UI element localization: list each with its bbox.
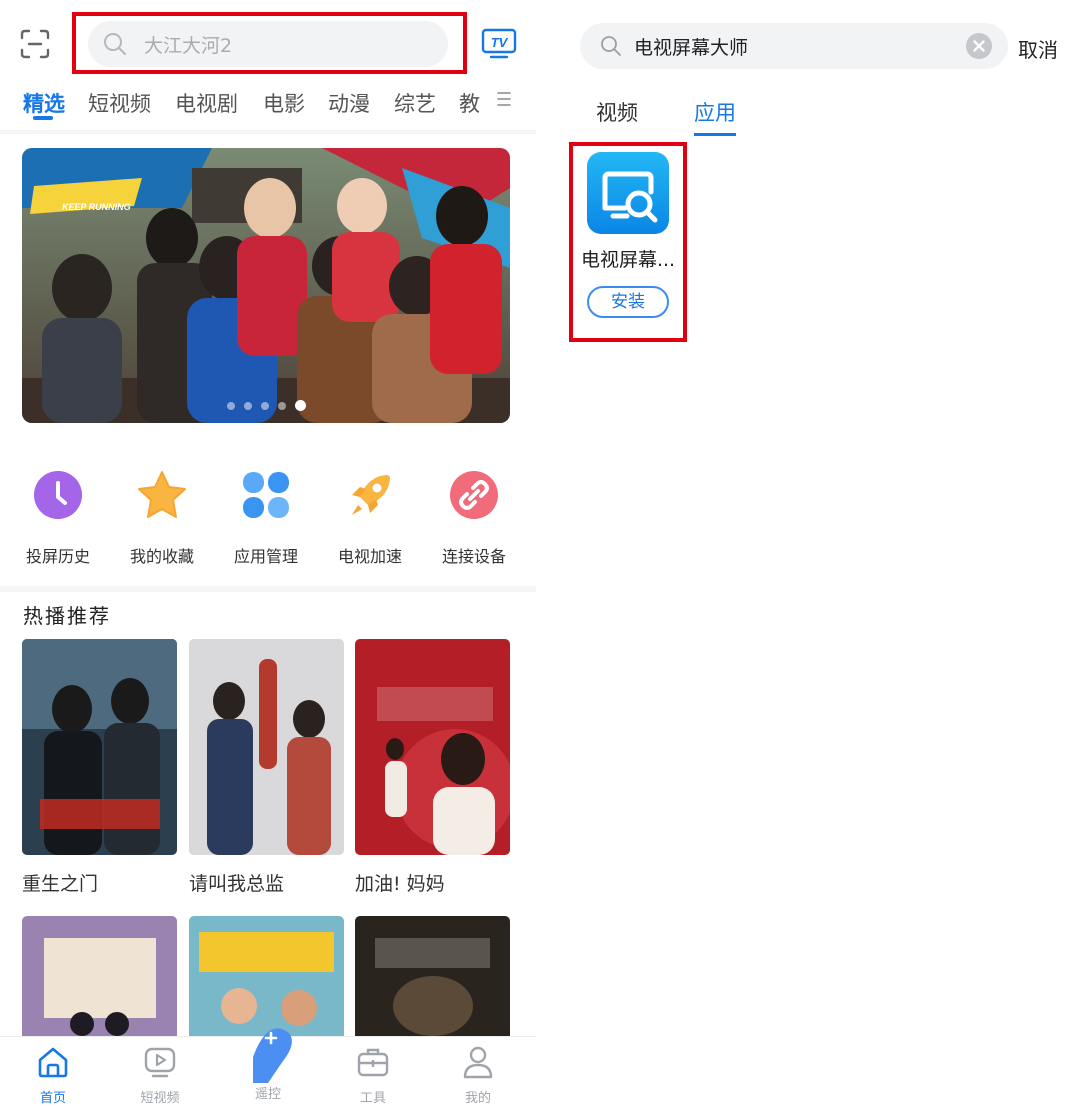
tab-short-video[interactable]: 短视频	[88, 88, 151, 118]
quick-actions: 投屏历史 我的收藏 应用管理 电视加速 连接设备	[0, 460, 536, 580]
menu-icon[interactable]	[497, 90, 511, 108]
quick-action-history[interactable]: 投屏历史	[6, 460, 110, 567]
banner-image: KEEP RUNNING	[22, 148, 510, 423]
nav-tools[interactable]: 工具	[333, 1037, 413, 1106]
nav-label: 遥控	[254, 1087, 281, 1102]
nav-label: 短视频	[140, 1091, 180, 1106]
highlight-box-app	[569, 142, 687, 342]
poster-image	[189, 639, 344, 855]
tv-icon[interactable]: TV	[481, 28, 517, 60]
banner-pagination	[22, 400, 510, 411]
search-results-screen: 电视屏幕大师 取消 视频 应用 电视屏幕... 安装	[536, 0, 1080, 1112]
tab-tv-series[interactable]: 电视剧	[175, 88, 238, 118]
toolbox-icon	[357, 1048, 389, 1077]
nav-remote[interactable]: 遥控	[228, 1028, 308, 1102]
tab-variety[interactable]: 综艺	[394, 88, 436, 118]
svg-text:KEEP RUNNING: KEEP RUNNING	[62, 202, 131, 212]
active-tab-indicator	[33, 116, 53, 120]
apps-grid-icon	[243, 472, 289, 518]
video-card[interactable]: 加油! 妈妈	[355, 639, 510, 896]
svg-text:TV: TV	[491, 35, 509, 50]
nav-profile[interactable]: 我的	[438, 1037, 518, 1106]
highlight-box-search	[72, 12, 467, 74]
quick-action-label: 投屏历史	[25, 547, 90, 566]
tab-education[interactable]: 教	[459, 88, 480, 118]
link-icon	[450, 471, 498, 519]
user-icon	[463, 1046, 493, 1079]
category-tabs: 精选 短视频 电视剧 电影 动漫 综艺 教	[0, 84, 536, 130]
screenshot-root: 大江大河2 TV 精选 短视频 电视剧 电影 动漫 综艺 教 KEEP RUNN…	[0, 0, 1080, 1112]
quick-action-connect-device[interactable]: 连接设备	[422, 460, 526, 567]
tab-featured[interactable]: 精选	[23, 88, 65, 118]
poster-image	[22, 639, 177, 855]
card-title: 请叫我总监	[189, 873, 285, 895]
nav-label: 工具	[359, 1091, 386, 1106]
home-icon	[38, 1047, 68, 1078]
pagination-dot[interactable]	[243, 401, 252, 410]
nav-home[interactable]: 首页	[13, 1037, 93, 1106]
section-divider	[0, 586, 536, 592]
tab-videos[interactable]: 视频	[596, 97, 638, 127]
quick-action-label: 我的收藏	[129, 547, 194, 566]
nav-short-video[interactable]: 短视频	[120, 1037, 200, 1106]
hero-banner[interactable]: KEEP RUNNING	[22, 148, 510, 423]
video-card[interactable]: 请叫我总监	[189, 639, 344, 896]
clock-icon	[34, 471, 82, 519]
section-title: 热播推荐	[23, 604, 111, 628]
card-title: 加油! 妈妈	[355, 873, 445, 895]
pagination-dot-active[interactable]	[294, 400, 306, 411]
pagination-dot[interactable]	[260, 401, 269, 410]
rocket-icon	[352, 475, 390, 515]
clear-icon[interactable]	[966, 33, 992, 59]
poster-image[interactable]	[355, 916, 510, 1041]
tab-apps[interactable]: 应用	[694, 97, 736, 127]
nav-label: 我的	[464, 1091, 491, 1106]
tab-movie[interactable]: 电影	[263, 88, 305, 118]
cancel-button[interactable]: 取消	[1018, 34, 1058, 63]
scan-icon[interactable]	[18, 27, 52, 61]
top-bar: 大江大河2 TV	[0, 0, 536, 88]
active-tab-indicator	[694, 133, 736, 136]
quick-action-label: 应用管理	[233, 547, 298, 566]
quick-action-tv-boost[interactable]: 电视加速	[318, 460, 422, 567]
video-card[interactable]: 重生之门	[22, 639, 177, 896]
pagination-dot[interactable]	[277, 401, 286, 410]
poster-image	[355, 639, 510, 855]
quick-action-app-management[interactable]: 应用管理	[214, 460, 318, 567]
quick-action-label: 连接设备	[441, 547, 506, 566]
search-input[interactable]: 电视屏幕大师	[580, 23, 1008, 69]
home-screen: 大江大河2 TV 精选 短视频 电视剧 电影 动漫 综艺 教 KEEP RUNN…	[0, 0, 536, 1112]
bottom-nav: 首页 短视频 遥控 工具 我的	[0, 1028, 536, 1112]
pagination-dot[interactable]	[226, 401, 235, 410]
remote-icon	[253, 1028, 292, 1083]
search-query: 电视屏幕大师	[634, 36, 749, 59]
search-icon	[601, 36, 621, 56]
tab-anime[interactable]: 动漫	[328, 88, 370, 118]
play-icon	[144, 1047, 176, 1078]
poster-image[interactable]	[22, 916, 177, 1041]
divider	[0, 130, 536, 134]
star-icon	[138, 471, 186, 518]
card-title: 重生之门	[22, 873, 99, 895]
quick-action-label: 电视加速	[337, 547, 402, 566]
nav-label: 首页	[39, 1091, 66, 1106]
quick-action-favorites[interactable]: 我的收藏	[110, 460, 214, 567]
